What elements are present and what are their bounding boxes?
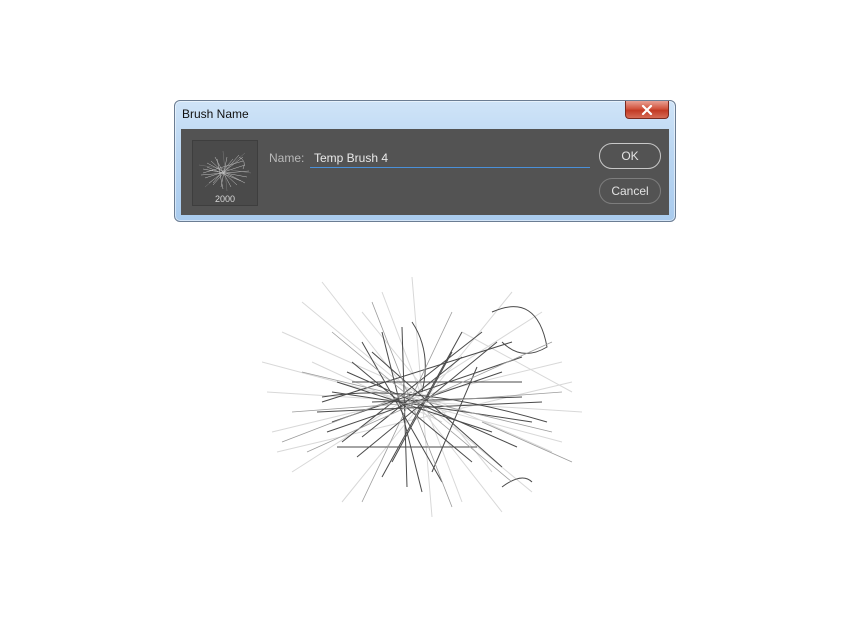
brush-name-input[interactable] <box>310 148 590 168</box>
ok-button[interactable]: OK <box>599 143 661 169</box>
dialog-body: 2000 Name: OK Cancel <box>181 129 669 215</box>
close-button[interactable] <box>625 101 669 119</box>
brush-size-label: 2000 <box>214 194 236 204</box>
close-icon <box>641 104 653 115</box>
brush-thumbnail: 2000 <box>192 140 258 206</box>
brush-preview-light-strokes <box>281 301 573 508</box>
brush-preview-faint-strokes <box>262 276 583 518</box>
brush-preview-dark-strokes <box>316 306 548 493</box>
name-label: Name: <box>269 151 305 165</box>
dialog-title: Brush Name <box>182 107 249 121</box>
cancel-button[interactable]: Cancel <box>599 178 661 204</box>
brush-preview <box>262 276 583 518</box>
brush-thumbnail-icon <box>198 150 252 192</box>
brush-name-dialog: Brush Name 2000 Name: OK <box>174 100 676 222</box>
